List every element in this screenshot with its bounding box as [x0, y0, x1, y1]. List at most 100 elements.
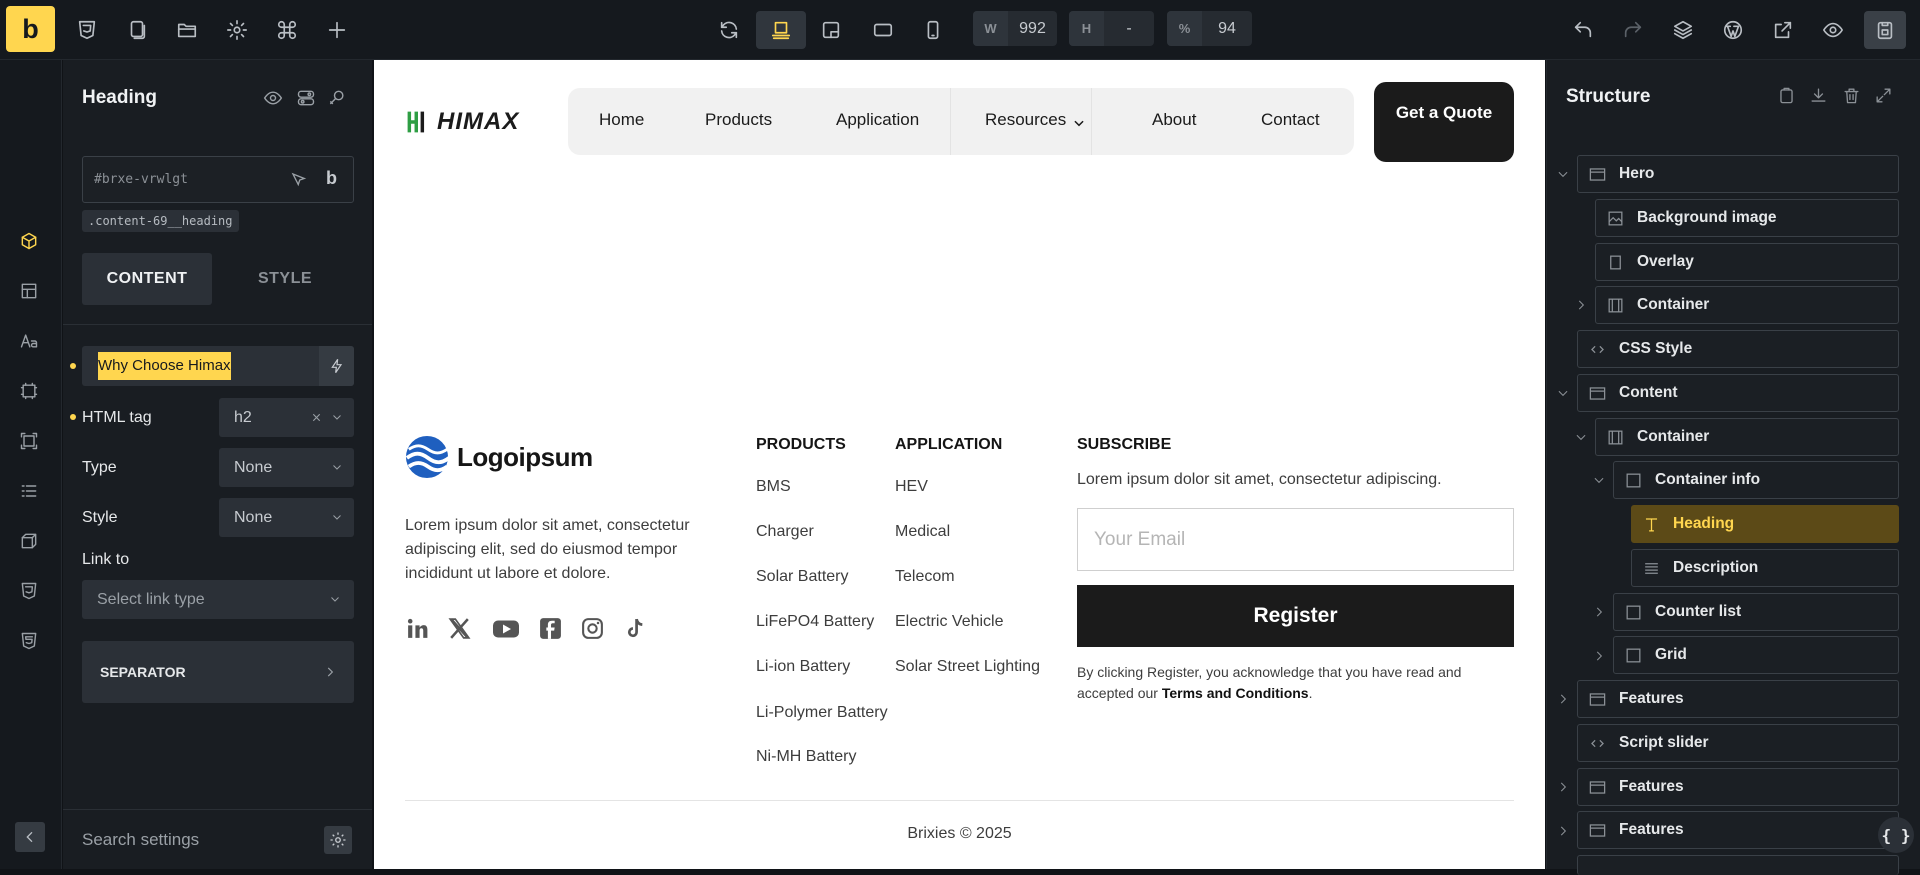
- tree-node-container[interactable]: Container: [1595, 286, 1899, 324]
- nav-contact[interactable]: Contact: [1261, 110, 1320, 130]
- css3-icon[interactable]: [19, 631, 43, 655]
- theme-styles-icon[interactable]: [68, 11, 106, 49]
- zoom-value[interactable]: 94: [1202, 20, 1252, 38]
- folder-icon[interactable]: [168, 11, 206, 49]
- heading-text-field[interactable]: Why Choose Himax: [82, 346, 354, 386]
- nav-application[interactable]: Application: [836, 110, 919, 130]
- html-tag-select[interactable]: h2: [219, 398, 354, 437]
- wordpress-icon[interactable]: [1714, 11, 1752, 49]
- footer-link-application[interactable]: Solar Street Lighting: [895, 658, 1040, 676]
- instagram-icon[interactable]: [580, 616, 605, 641]
- download-icon[interactable]: [1809, 86, 1831, 108]
- expand-toggle-icon[interactable]: [1592, 649, 1606, 663]
- type-select[interactable]: None: [219, 448, 354, 487]
- tree-node-container[interactable]: Container: [1595, 418, 1899, 456]
- breakpoint-tablet-icon[interactable]: [864, 11, 902, 49]
- footer-link-products[interactable]: Li-Polymer Battery: [756, 704, 888, 722]
- visibility-eye-icon[interactable]: [263, 88, 285, 110]
- tree-node-overlay[interactable]: Overlay: [1595, 243, 1899, 281]
- tree-node-counter-list[interactable]: Counter list: [1613, 593, 1899, 631]
- link-type-select[interactable]: Select link type: [82, 580, 354, 619]
- expand-icon[interactable]: [1874, 86, 1896, 108]
- width-field[interactable]: W 992: [973, 11, 1057, 46]
- tree-node-hero[interactable]: Hero: [1577, 155, 1899, 193]
- email-input[interactable]: Your Email: [1077, 508, 1514, 571]
- clear-x-icon[interactable]: [311, 412, 322, 423]
- height-field[interactable]: H-: [1069, 11, 1154, 46]
- tab-content[interactable]: CONTENT: [82, 253, 212, 305]
- footer-link-products[interactable]: LiFePO4 Battery: [756, 613, 874, 631]
- footer-link-products[interactable]: Charger: [756, 523, 814, 541]
- media-icon[interactable]: [19, 381, 43, 405]
- terms-link[interactable]: Terms and Conditions: [1162, 685, 1309, 701]
- nav-resources[interactable]: Resources: [985, 110, 1066, 130]
- code-braces-icon[interactable]: { }: [1878, 817, 1914, 853]
- command-icon[interactable]: [268, 11, 306, 49]
- cursor-pointer-icon[interactable]: [290, 171, 308, 189]
- facebook-icon[interactable]: [538, 616, 563, 641]
- layout-icon[interactable]: [19, 281, 43, 305]
- footer-link-application[interactable]: Telecom: [895, 568, 955, 586]
- elements-cube-icon[interactable]: [19, 231, 43, 255]
- x-icon[interactable]: [447, 616, 472, 641]
- breakpoint-tablet-landscape-icon[interactable]: [812, 11, 850, 49]
- style-select[interactable]: None: [219, 498, 354, 537]
- breakpoint-mobile-icon[interactable]: [914, 11, 952, 49]
- save-icon[interactable]: [1864, 11, 1906, 49]
- separator-group[interactable]: SEPARATOR: [82, 641, 354, 703]
- expand-toggle-icon[interactable]: [1556, 692, 1570, 706]
- redo-icon[interactable]: [1614, 11, 1652, 49]
- nav-home[interactable]: Home: [599, 110, 644, 130]
- zoom-field[interactable]: % 94: [1167, 11, 1252, 46]
- external-link-icon[interactable]: [1764, 11, 1802, 49]
- layers-icon[interactable]: [1664, 11, 1702, 49]
- typography-icon[interactable]: [19, 331, 43, 355]
- tree-node-grid[interactable]: Grid: [1613, 636, 1899, 674]
- footer-link-application[interactable]: Electric Vehicle: [895, 613, 1004, 631]
- settings-button[interactable]: [324, 826, 352, 854]
- footer-link-application[interactable]: HEV: [895, 478, 928, 496]
- collapse-toggle-icon[interactable]: [1556, 167, 1570, 181]
- tree-node-partial[interactable]: [1577, 855, 1899, 875]
- tree-node-content[interactable]: Content: [1577, 374, 1899, 412]
- footer-link-application[interactable]: Medical: [895, 523, 950, 541]
- himax-logo[interactable]: HIMAX: [405, 108, 519, 136]
- interactions-icon[interactable]: [296, 88, 318, 110]
- footer-link-products[interactable]: BMS: [756, 478, 791, 496]
- dynamic-data-button[interactable]: [319, 346, 354, 386]
- tree-node-description[interactable]: Description: [1631, 549, 1899, 587]
- linkedin-icon[interactable]: [405, 616, 430, 641]
- add-element-icon[interactable]: [318, 11, 356, 49]
- css-selector-field[interactable]: #brxe-vrwlgt b: [82, 156, 354, 203]
- tiktok-icon[interactable]: [622, 616, 647, 641]
- id-badge-b[interactable]: b: [326, 168, 337, 189]
- pages-icon[interactable]: [118, 11, 156, 49]
- register-button[interactable]: Register: [1077, 585, 1514, 647]
- list-icon[interactable]: [19, 481, 43, 505]
- element-search-icon[interactable]: [327, 88, 349, 110]
- collapse-toggle-icon[interactable]: [1592, 473, 1606, 487]
- tree-node-background-image[interactable]: Background image: [1595, 199, 1899, 237]
- tree-node-container-info[interactable]: Container info: [1613, 461, 1899, 499]
- undo-icon[interactable]: [1564, 11, 1602, 49]
- collapse-toggle-icon[interactable]: [1556, 386, 1570, 400]
- expand-toggle-icon[interactable]: [1574, 298, 1588, 312]
- settings-icon[interactable]: [218, 11, 256, 49]
- clipboard-icon[interactable]: [1777, 86, 1799, 108]
- heading-text-value[interactable]: Why Choose Himax: [98, 352, 231, 380]
- footer-link-products[interactable]: Ni-MH Battery: [756, 748, 856, 766]
- footer-link-products[interactable]: Li-ion Battery: [756, 658, 850, 676]
- youtube-icon[interactable]: [492, 616, 520, 641]
- breakpoint-laptop-icon[interactable]: [756, 11, 806, 49]
- refresh-icon[interactable]: [710, 11, 748, 49]
- collapse-panel-button[interactable]: [15, 822, 45, 852]
- bricks-logo-button[interactable]: b: [6, 6, 55, 52]
- expand-toggle-icon[interactable]: [1556, 824, 1570, 838]
- expand-toggle-icon[interactable]: [1556, 780, 1570, 794]
- search-settings-input[interactable]: Search settings: [82, 830, 199, 850]
- get-quote-button[interactable]: Get a Quote: [1374, 82, 1514, 162]
- class-chip[interactable]: .content-69__heading: [82, 210, 239, 232]
- height-value[interactable]: -: [1104, 20, 1154, 38]
- 3d-box-icon[interactable]: [19, 531, 43, 555]
- nav-about[interactable]: About: [1152, 110, 1196, 130]
